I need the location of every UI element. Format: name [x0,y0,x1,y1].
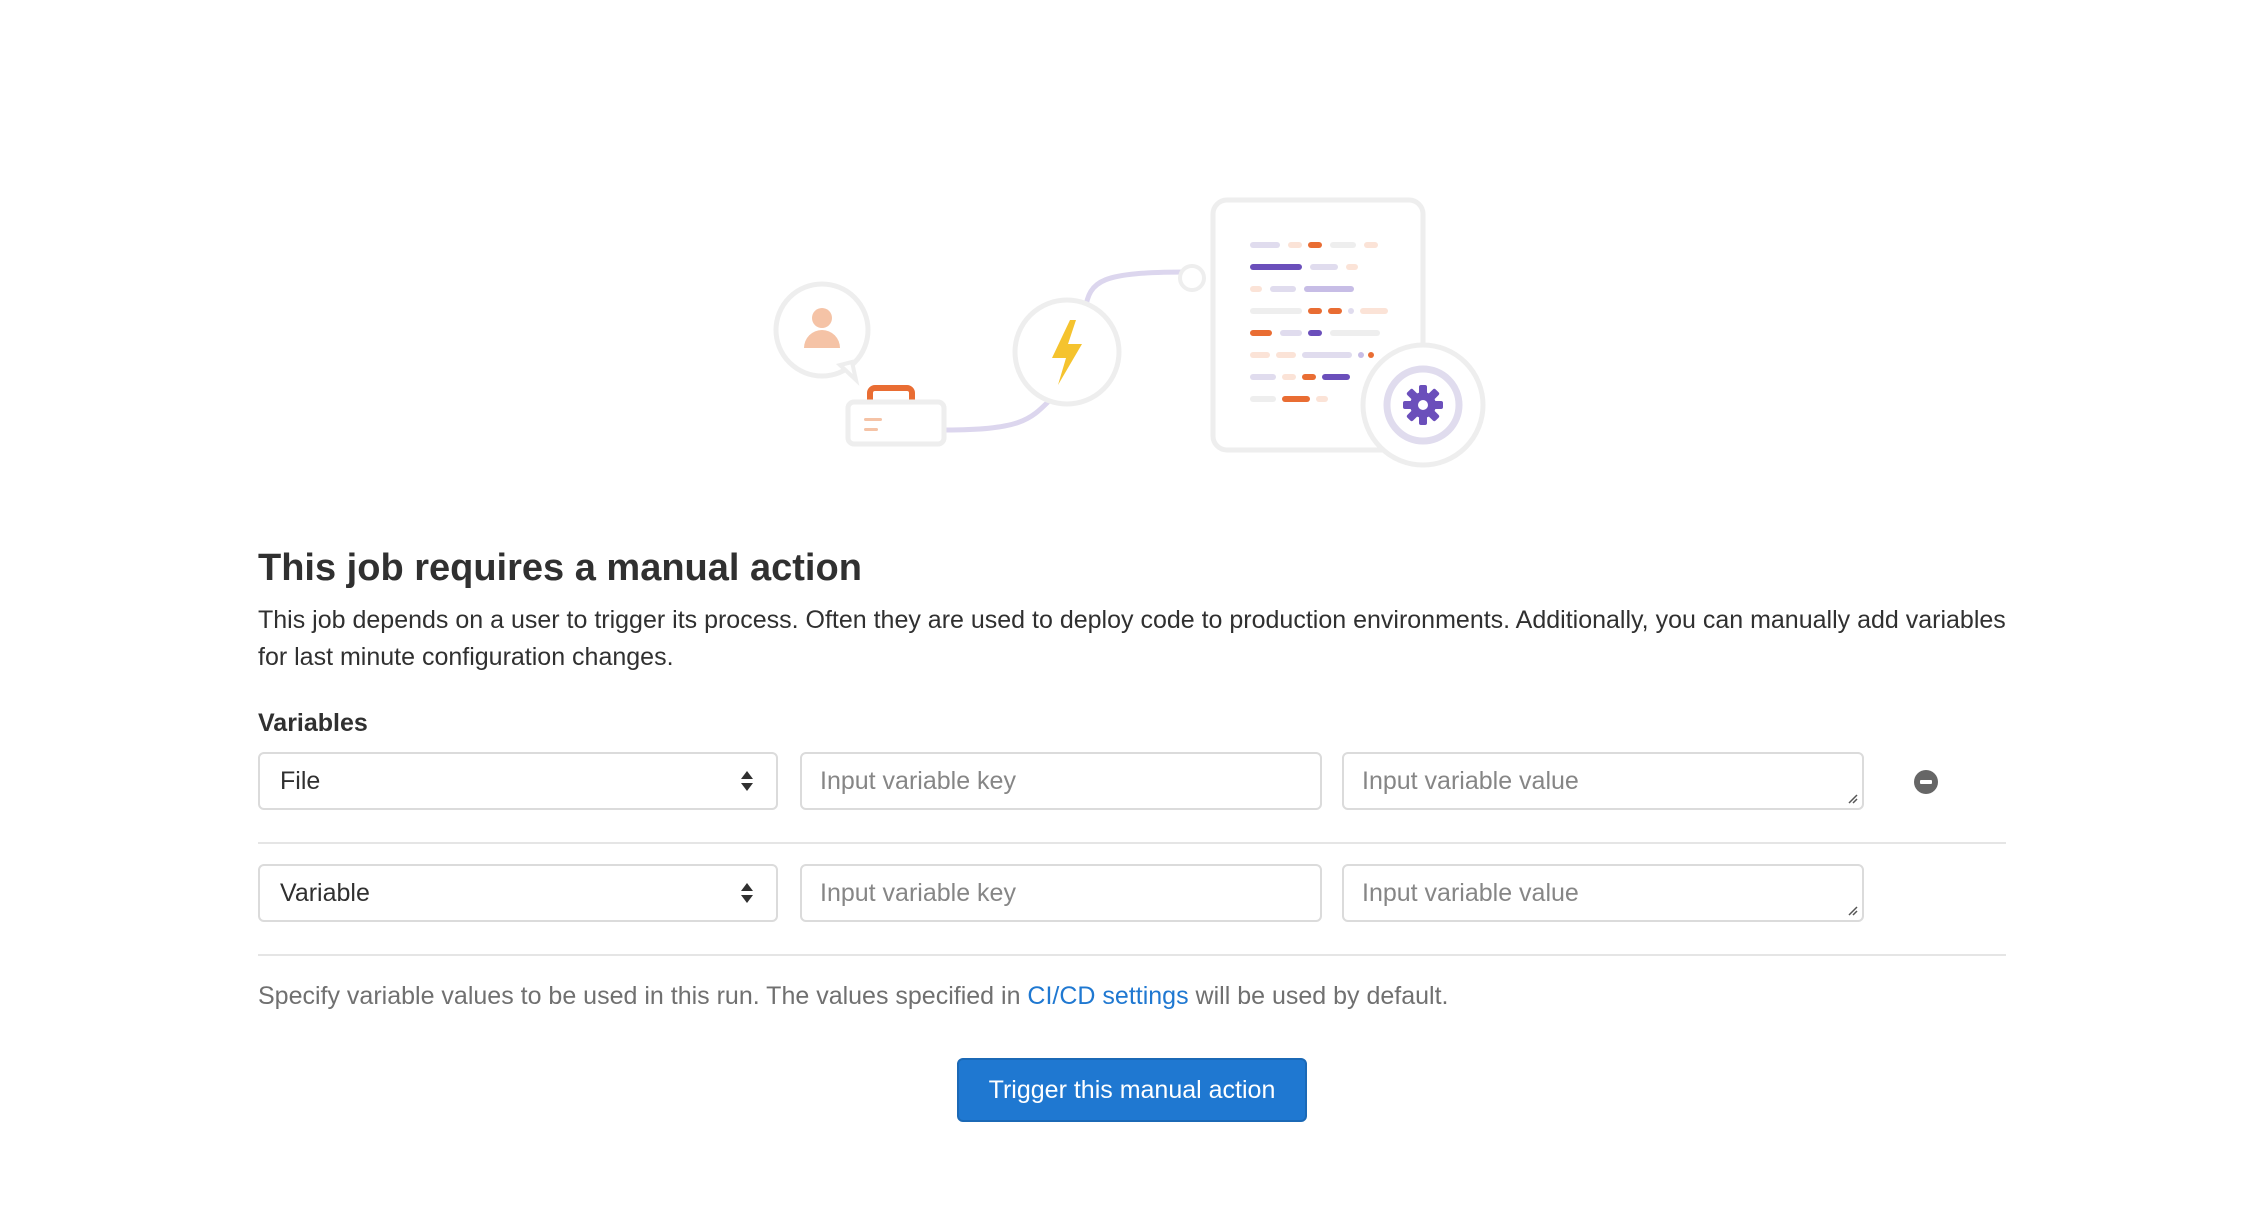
lightning-icon [1012,297,1122,407]
variables-label: Variables [258,709,368,737]
resize-grip-icon[interactable] [1846,904,1858,916]
gear-icon [1360,342,1486,468]
variable-value-placeholder: Input variable value [1362,767,1579,795]
keyboard-icon [845,385,947,447]
variable-key-input[interactable]: Input variable key [800,864,1322,922]
empty-state-content: This job requires a manual action This j… [258,540,2006,1014]
variable-type-value: File [280,767,321,795]
variable-type-select[interactable]: File [258,752,778,810]
ci-cd-settings-link[interactable]: CI/CD settings [1027,982,1188,1010]
remove-variable-icon[interactable] [1914,770,1938,794]
helper-suffix: will be used by default. [1188,982,1449,1010]
empty-state-title: This job requires a manual action [258,547,862,589]
variable-key-placeholder: Input variable key [820,879,1016,907]
manual-action-page: This job requires a manual action This j… [0,0,2268,1208]
variable-type-value: Variable [280,879,370,907]
sort-caret-icon [741,883,753,903]
variable-value-textarea[interactable]: Input variable value [1342,752,1864,810]
trigger-manual-action-button[interactable]: Trigger this manual action [957,1058,1307,1122]
helper-prefix: Specify variable values to be used in th… [258,982,1028,1010]
empty-state-description: This job depends on a user to trigger it… [258,606,2006,671]
variable-value-textarea[interactable]: Input variable value [1342,864,1864,922]
variable-key-placeholder: Input variable key [820,767,1016,795]
sort-caret-icon [741,771,753,791]
resize-grip-icon[interactable] [1846,792,1858,804]
variable-value-placeholder: Input variable value [1362,879,1579,907]
variable-row: Variable Input variable key Input variab… [258,844,2006,956]
user-bubble-icon [773,281,871,386]
variable-key-input[interactable]: Input variable key [800,752,1322,810]
variable-row: File Input variable key Input variable v… [258,752,2006,844]
manual-action-illustration [773,197,1486,468]
variables-helper-text: Specify variable values to be used in th… [258,978,2006,1014]
variable-type-select[interactable]: Variable [258,864,778,922]
